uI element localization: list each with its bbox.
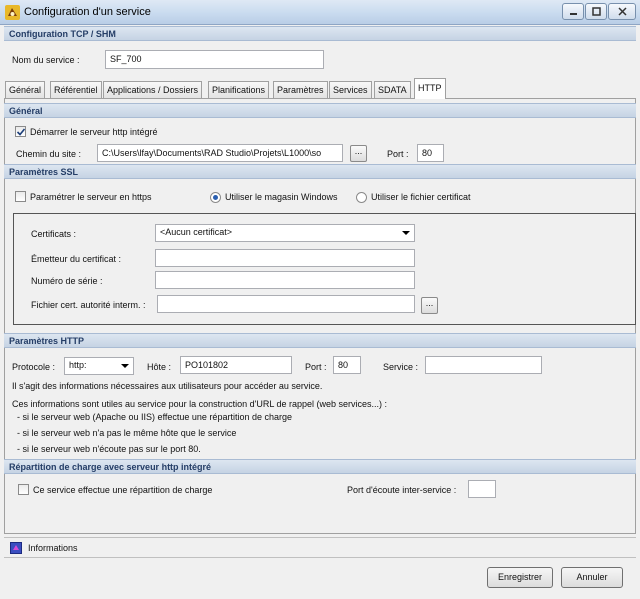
informations-bar[interactable]: Informations xyxy=(4,537,636,558)
certificates-dropdown[interactable]: <Aucun certificat> xyxy=(155,224,415,242)
tab-parametres[interactable]: Paramètres xyxy=(273,81,328,98)
chevron-down-icon xyxy=(402,231,410,235)
authority-file-label: Fichier cert. autorité interm. : xyxy=(31,300,146,310)
save-button[interactable]: Enregistrer xyxy=(487,567,553,588)
certificates-value: <Aucun certificat> xyxy=(160,227,233,237)
title-bar: Configuration d'un service xyxy=(0,0,640,25)
load-balancing-label: Ce service effectue une répartition de c… xyxy=(33,485,213,495)
https-label: Paramétrer le serveur en https xyxy=(30,192,152,202)
issuer-input[interactable] xyxy=(155,249,415,267)
section-ssl-header: Paramètres SSL xyxy=(4,164,636,179)
service-name-label: Nom du service : xyxy=(12,55,80,65)
tab-general[interactable]: Général xyxy=(5,81,46,98)
site-path-input[interactable]: C:\Users\lfay\Documents\RAD Studio\Proje… xyxy=(97,144,343,162)
tab-http[interactable]: HTTP xyxy=(414,78,446,99)
start-server-label: Démarrer le serveur http intégré xyxy=(30,127,158,137)
https-checkbox[interactable] xyxy=(15,191,26,202)
minimize-icon xyxy=(569,13,577,15)
maximize-button[interactable] xyxy=(585,3,607,20)
http-port-input[interactable]: 80 xyxy=(333,356,361,374)
check-mark-icon xyxy=(16,128,26,136)
http-port-label: Port : xyxy=(305,362,327,372)
http-bullet-3: - si le serveur web n'écoute pas sur le … xyxy=(17,444,201,454)
http-bullet-2: - si le serveur web n'a pas le même hôte… xyxy=(17,428,237,438)
certificates-label: Certificats : xyxy=(31,229,77,239)
http-usage-text: Ces informations sont utiles au service … xyxy=(12,399,388,409)
chevron-down-icon xyxy=(121,364,129,368)
site-path-label: Chemin du site : xyxy=(16,149,82,159)
host-input[interactable]: PO101802 xyxy=(180,356,292,374)
inter-port-input[interactable] xyxy=(468,480,496,498)
http-info-text: Il s'agit des informations nécessaires a… xyxy=(12,381,323,391)
serial-label: Numéro de série : xyxy=(31,276,103,286)
authority-file-browse-button[interactable]: ... xyxy=(421,297,438,314)
informations-label: Informations xyxy=(28,543,78,553)
protocol-dropdown[interactable]: http: xyxy=(64,357,134,375)
radio-certificate-file[interactable] xyxy=(356,192,367,203)
cancel-button[interactable]: Annuler xyxy=(561,567,623,588)
window-title: Configuration d'un service xyxy=(24,6,151,18)
authority-file-input[interactable] xyxy=(157,295,415,313)
section-tcp-header: Configuration TCP / SHM xyxy=(4,26,636,41)
protocol-value: http: xyxy=(69,360,87,370)
tab-referentiel[interactable]: Référentiel xyxy=(50,81,102,98)
issuer-label: Émetteur du certificat : xyxy=(31,254,122,264)
info-icon xyxy=(10,542,22,554)
service-name-input[interactable]: SF_700 xyxy=(105,50,324,69)
section-http-header: Paramètres HTTP xyxy=(4,333,636,348)
section-load-balancing-header: Répartition de charge avec serveur http … xyxy=(4,459,636,474)
radio-certificate-file-label: Utiliser le fichier certificat xyxy=(371,192,471,202)
load-balancing-checkbox[interactable] xyxy=(18,484,29,495)
start-server-checkbox[interactable] xyxy=(15,126,26,137)
maximize-icon xyxy=(591,7,601,16)
protocol-label: Protocole : xyxy=(12,362,56,372)
service-label: Service : xyxy=(383,362,419,372)
close-button[interactable] xyxy=(608,3,636,20)
http-bullet-1: - si le serveur web (Apache ou IIS) effe… xyxy=(17,412,292,422)
app-icon xyxy=(5,5,20,20)
section-general-header: Général xyxy=(4,103,636,118)
host-label: Hôte : xyxy=(147,362,172,372)
tab-applications-dossiers[interactable]: Applications / Dossiers xyxy=(103,81,203,98)
tab-services[interactable]: Services xyxy=(329,81,372,98)
radio-windows-store-label: Utiliser le magasin Windows xyxy=(225,192,338,202)
radio-windows-store[interactable] xyxy=(210,192,221,203)
minimize-button[interactable] xyxy=(562,3,584,20)
serial-input[interactable] xyxy=(155,271,415,289)
close-icon xyxy=(617,7,627,16)
general-port-label: Port : xyxy=(387,149,409,159)
general-port-input[interactable]: 80 xyxy=(417,144,444,162)
tab-sdata[interactable]: SDATA xyxy=(374,81,411,98)
service-input[interactable] xyxy=(425,356,542,374)
site-path-browse-button[interactable]: ... xyxy=(350,145,367,162)
tab-planifications[interactable]: Planifications xyxy=(208,81,270,98)
inter-port-label: Port d'écoute inter-service : xyxy=(347,485,457,495)
